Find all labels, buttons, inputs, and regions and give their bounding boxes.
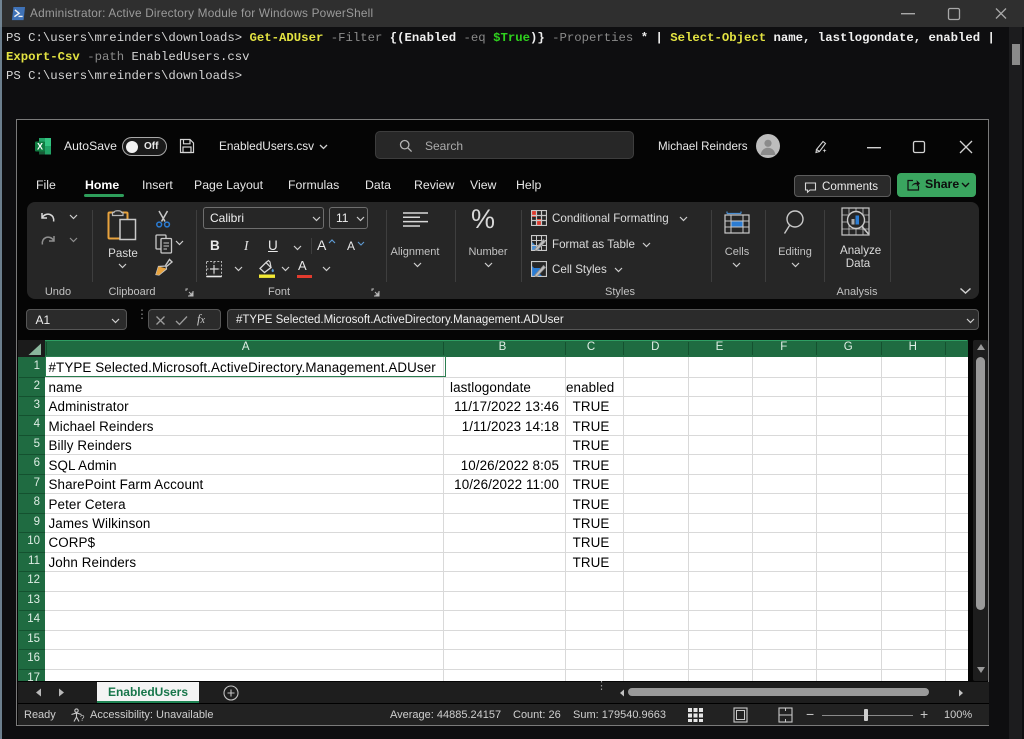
svg-text:?: ? [80,714,85,723]
svg-text:X: X [37,142,43,152]
